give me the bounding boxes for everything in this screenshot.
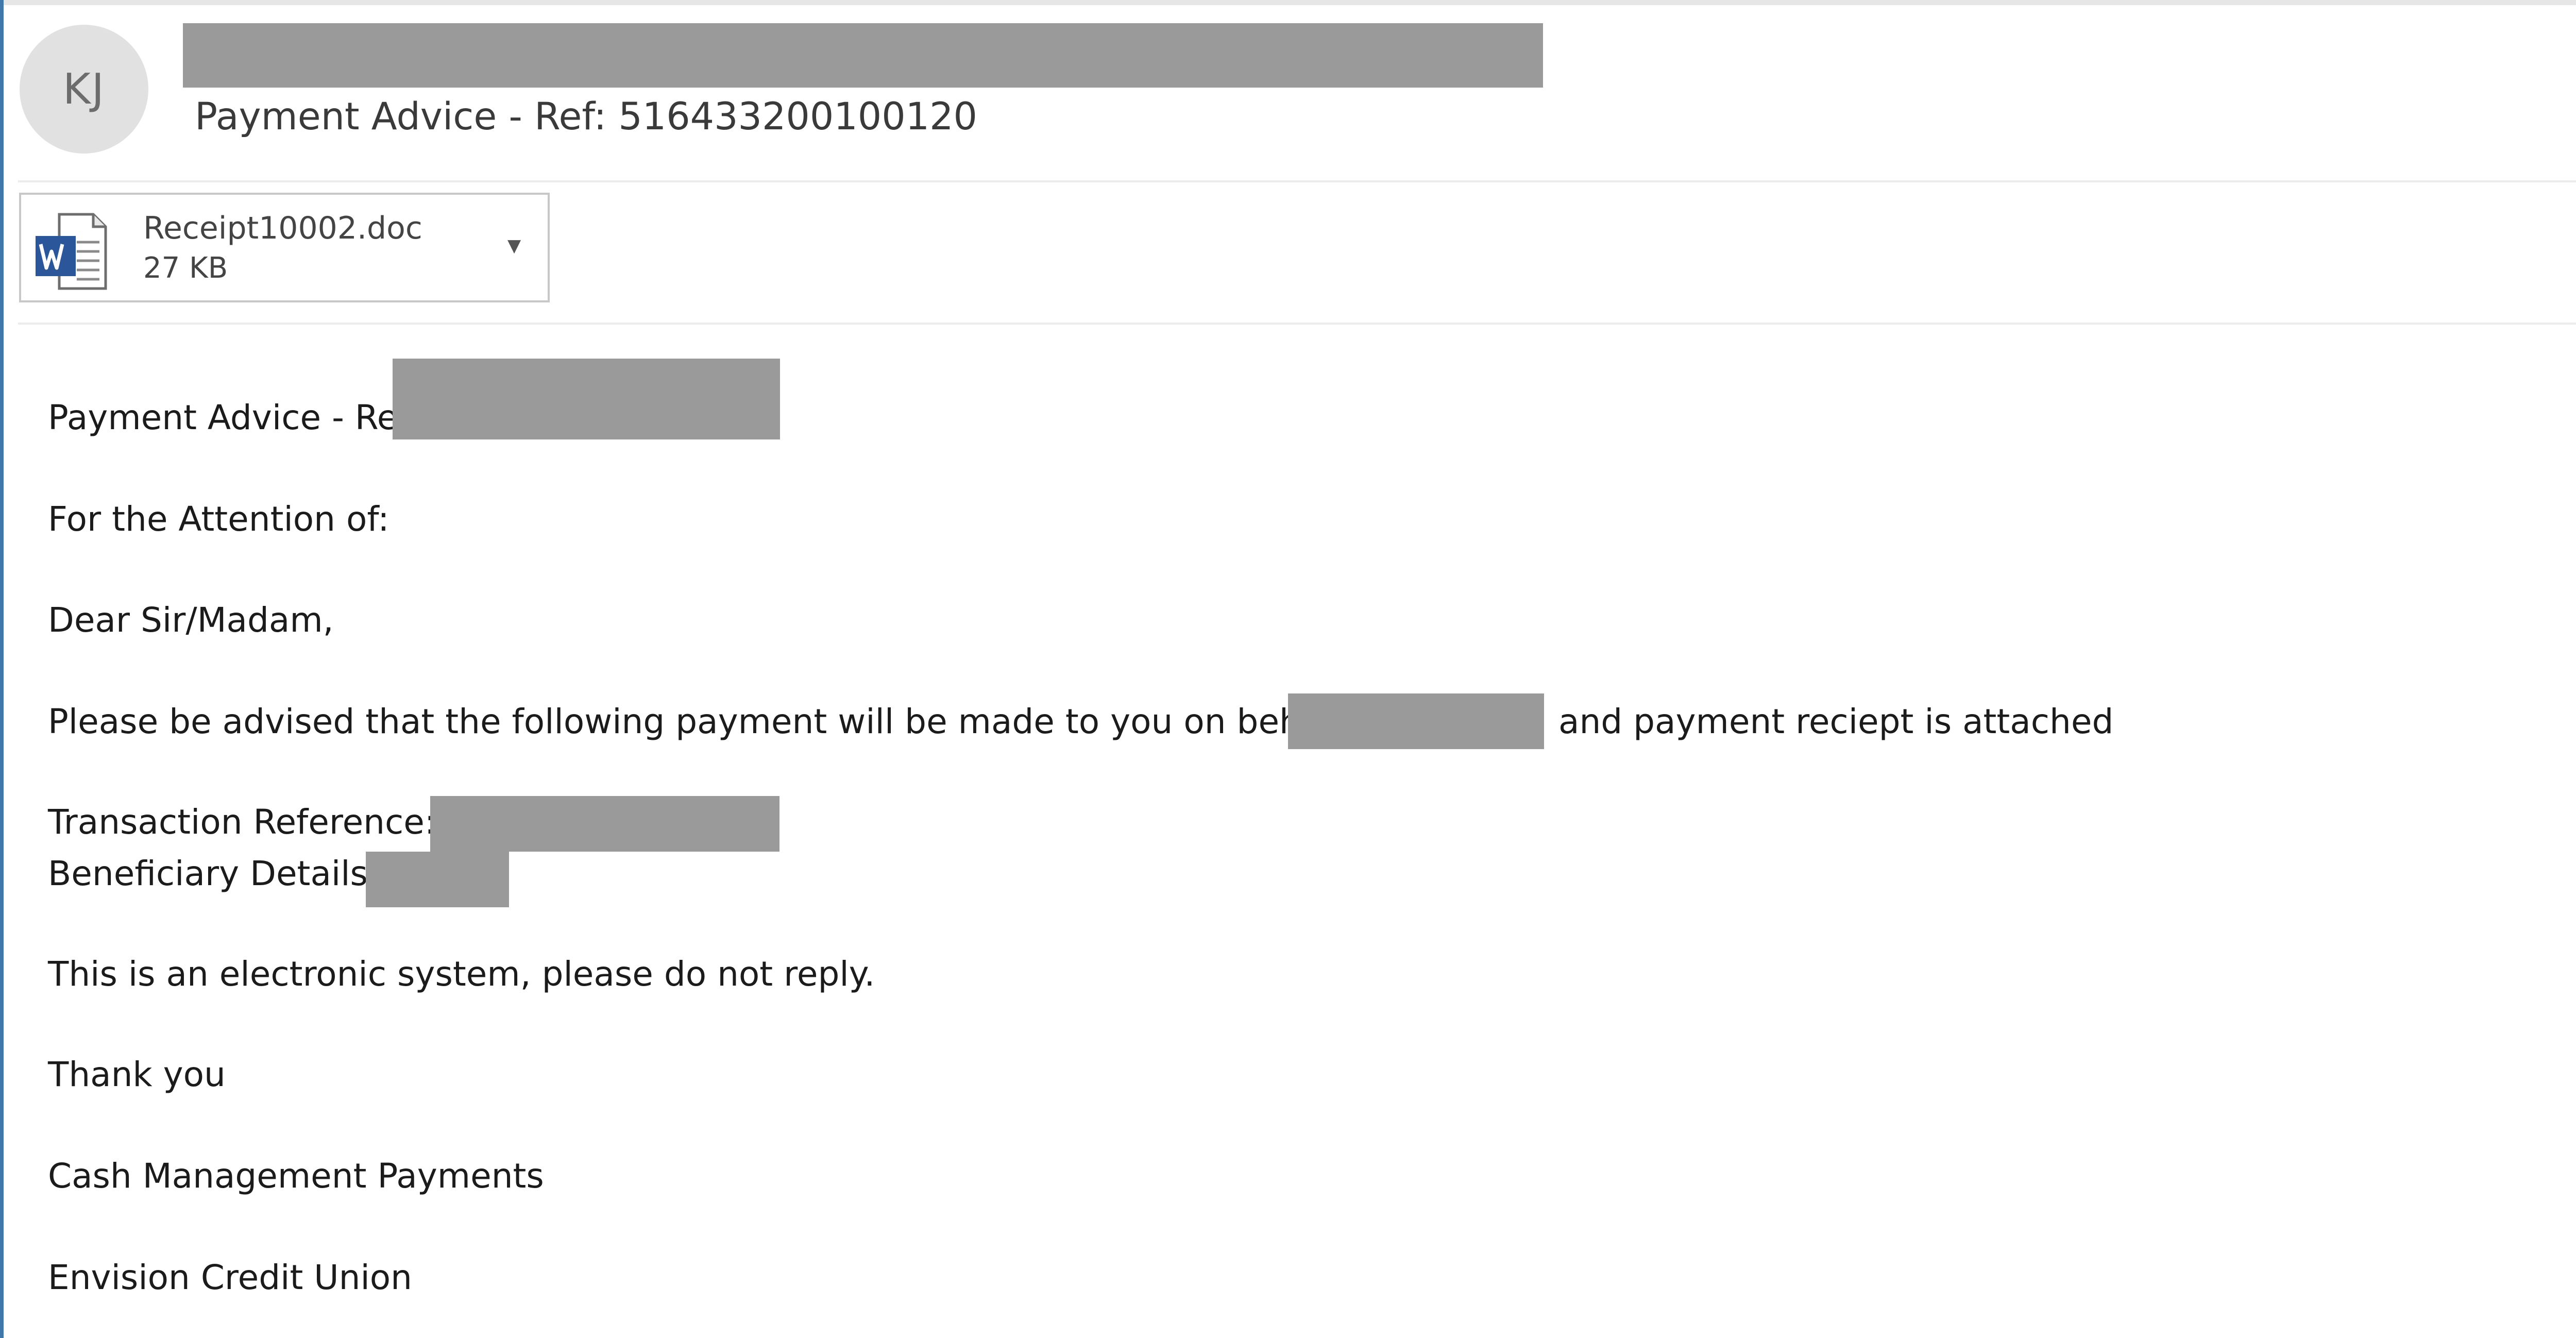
attachment-file-size: 27 KB	[143, 251, 228, 285]
sender-redaction	[183, 23, 1543, 88]
body-greeting: Dear Sir/Madam,	[48, 600, 334, 640]
header-divider	[18, 180, 2576, 182]
avatar-initials: KJ	[63, 64, 105, 114]
window-left-border	[0, 0, 4, 1338]
signature-organization: Envision Credit Union	[48, 1258, 412, 1297]
attachment-card[interactable]: Receipt10002.doc 27 KB ▼	[19, 193, 550, 302]
chevron-down-icon[interactable]: ▼	[507, 237, 521, 255]
body-advice-line-start: Please be advised that the following pay…	[48, 702, 1387, 741]
transaction-reference-label: Transaction Reference:	[48, 802, 436, 842]
transaction-reference-redaction	[430, 796, 779, 852]
email-subject: Payment Advice - Ref: 516433200100120	[195, 95, 977, 139]
body-advice-line-end: and payment reciept is attached	[1558, 702, 2114, 741]
behalf-of-redaction	[1288, 693, 1544, 749]
ref-number-redaction	[393, 359, 780, 439]
body-ref-line: Payment Advice - Ref:	[48, 398, 420, 437]
body-closing: Thank you	[48, 1055, 226, 1094]
signature-department: Cash Management Payments	[48, 1156, 544, 1196]
beneficiary-details-redaction	[366, 852, 509, 907]
beneficiary-details-label: Beneficiary Details:	[48, 854, 380, 893]
attachment-file-name: Receipt10002.doc	[143, 210, 422, 246]
word-document-icon	[36, 213, 107, 290]
sender-avatar[interactable]: KJ	[20, 25, 148, 154]
body-attention-line: For the Attention of:	[48, 499, 389, 539]
window-top-border	[0, 0, 2576, 5]
attachment-divider	[18, 323, 2576, 325]
body-notice: This is an electronic system, please do …	[48, 954, 875, 994]
